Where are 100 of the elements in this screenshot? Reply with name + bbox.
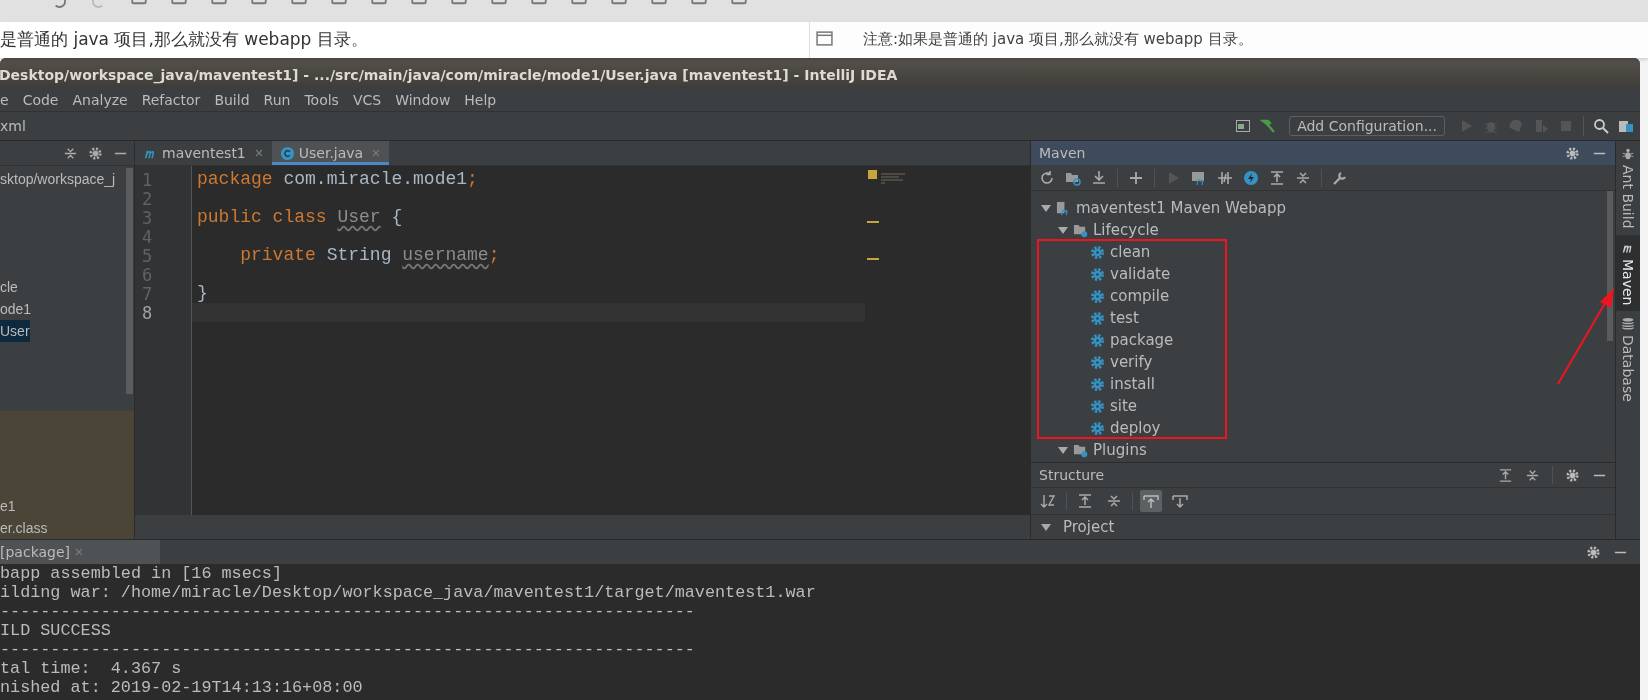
gear-icon <box>1090 244 1105 260</box>
expand-icon[interactable] <box>1498 467 1513 483</box>
code-line: private String username; <box>239 246 501 265</box>
add-icon[interactable] <box>1128 169 1144 186</box>
collapse-icon <box>1106 493 1122 509</box>
console-line: --------------------------------------------------------------------- <box>0 602 696 621</box>
tree-item[interactable]: Plugins <box>1031 439 1147 461</box>
tree-item[interactable]: package <box>1031 329 1174 351</box>
editor-tab[interactable]: User.java <box>271 141 390 165</box>
tree-item[interactable]: e1 <box>0 495 16 517</box>
editor-tab[interactable]: maventest1 <box>135 141 272 165</box>
menu-item[interactable]: Window <box>388 91 458 108</box>
download-icon[interactable] <box>1091 169 1107 186</box>
hammer-icon[interactable] <box>1260 118 1277 134</box>
wrench-icon[interactable] <box>1332 169 1348 186</box>
scroll-from-icon <box>1172 493 1188 509</box>
scroll-to-button[interactable] <box>1140 490 1162 512</box>
tree-item[interactable]: test <box>1031 307 1139 329</box>
run-config-button[interactable]: Add Configuration... <box>1289 116 1445 136</box>
tree-item[interactable]: site <box>1031 395 1138 417</box>
console-line: ILD SUCCESS <box>0 621 112 640</box>
tree-item[interactable]: clean <box>1031 241 1151 263</box>
gear-icon <box>1090 354 1105 370</box>
code-line: public class User { <box>196 208 404 227</box>
menu-item[interactable]: Tools <box>297 91 346 108</box>
tree-item[interactable]: User <box>0 320 30 342</box>
tree-item[interactable]: maventest1 Maven Webapp <box>1031 197 1286 219</box>
lightning-icon[interactable] <box>1243 169 1259 186</box>
tree-item[interactable]: Lifecycle <box>1031 219 1159 241</box>
side-tab[interactable]: Ant Build <box>1616 141 1640 235</box>
menu-item[interactable]: Refactor <box>134 91 208 108</box>
panel-title: Maven <box>1039 145 1086 161</box>
expand-icon[interactable] <box>1269 169 1285 186</box>
gear-icon <box>1090 332 1105 348</box>
menu-item[interactable]: Analyze <box>65 91 135 108</box>
folder-gear-icon <box>1073 442 1088 458</box>
expand-arrow-icon[interactable] <box>1058 225 1068 235</box>
menu-item[interactable]: Run <box>256 91 298 108</box>
expand-arrow-icon[interactable] <box>1041 522 1051 532</box>
tree-item[interactable]: deploy <box>1031 417 1161 439</box>
code-line: package com.miracle.mode1; <box>196 170 479 189</box>
scroll-to-icon <box>1143 493 1159 509</box>
settings-icon[interactable] <box>1586 544 1601 560</box>
maven-goal-icon[interactable] <box>1191 169 1207 186</box>
console-line: --------------------------------------------------------------------- <box>0 640 696 659</box>
console-line: tal time: 4.367 s <box>0 659 183 678</box>
run-tab[interactable]: [package] <box>0 540 160 564</box>
collapse-icon[interactable] <box>1295 169 1311 186</box>
expand-icon <box>1077 493 1093 509</box>
expand-arrow-icon[interactable] <box>1041 203 1051 213</box>
console-line: nished at: 2019-02-19T14:13:16+08:00 <box>0 678 364 697</box>
toggle-offline-icon[interactable] <box>1217 169 1233 186</box>
warning-marker[interactable] <box>867 221 879 223</box>
search-icon[interactable] <box>1593 118 1609 134</box>
tree-item[interactable]: verify <box>1031 351 1153 373</box>
terminal-icon[interactable] <box>1235 118 1252 134</box>
close-icon[interactable] <box>253 148 264 158</box>
tree-item[interactable]: er.class <box>0 517 48 539</box>
refresh-icon[interactable] <box>1039 169 1055 186</box>
window-title: Desktop/workspace_java/maventest1] - .../src/main/java/com/miracle/mode1/User.java [maventest1] - IntelliJ IDEA <box>0 67 898 83</box>
warning-marker[interactable] <box>867 258 879 260</box>
menu-item[interactable]: VCS <box>345 91 389 108</box>
menu-item[interactable]: Help <box>457 91 504 108</box>
settings-icon[interactable] <box>88 145 103 161</box>
code-line: } <box>196 284 209 303</box>
tree-item[interactable]: install <box>1031 373 1155 395</box>
tree-item[interactable]: Project <box>1031 515 1615 539</box>
tree-item[interactable]: cle <box>0 276 18 298</box>
gear-icon <box>1090 398 1105 414</box>
scrollbar[interactable] <box>126 168 133 394</box>
close-icon[interactable] <box>371 148 382 158</box>
settings-icon[interactable] <box>1565 467 1580 483</box>
project-structure-icon[interactable] <box>1618 118 1634 134</box>
console-line: bapp assembled in [16 msecs] <box>0 564 283 583</box>
tree-item[interactable]: sktop/workspace_j <box>0 168 116 190</box>
scrollbar[interactable] <box>1607 191 1613 341</box>
gear-icon <box>1090 266 1105 282</box>
tree-item[interactable]: compile <box>1031 285 1170 307</box>
close-icon[interactable] <box>74 547 85 557</box>
breadcrumb[interactable]: xml <box>0 118 26 134</box>
panel-icon[interactable] <box>816 30 833 47</box>
tree-item[interactable]: ode1 <box>0 298 32 320</box>
menu-item[interactable]: Build <box>207 91 257 108</box>
expand-arrow-icon[interactable] <box>1058 445 1068 455</box>
gear-icon <box>1090 310 1105 326</box>
side-tab[interactable]: Database <box>1616 311 1640 408</box>
preview-text: 注意:如果是普通的 java 项目,那么就没有 webapp 目录。 <box>863 30 1253 49</box>
gear-icon <box>1090 288 1105 304</box>
article-text: 是普通的 java 项目,那么就没有 webapp 目录。 <box>0 28 369 51</box>
settings-icon[interactable] <box>1565 145 1580 161</box>
gear-icon <box>1090 376 1105 392</box>
tree-item[interactable]: validate <box>1031 263 1171 285</box>
line-number: 8 <box>141 303 154 322</box>
menu-item[interactable]: e <box>0 91 16 108</box>
panel-title: Structure <box>1039 467 1105 483</box>
menu-item[interactable]: Code <box>15 91 66 108</box>
folder-gear-icon <box>1073 222 1088 238</box>
sort-icon <box>1040 493 1056 509</box>
ant-icon <box>1621 147 1635 161</box>
side-tab[interactable]: Maven <box>1616 234 1640 311</box>
